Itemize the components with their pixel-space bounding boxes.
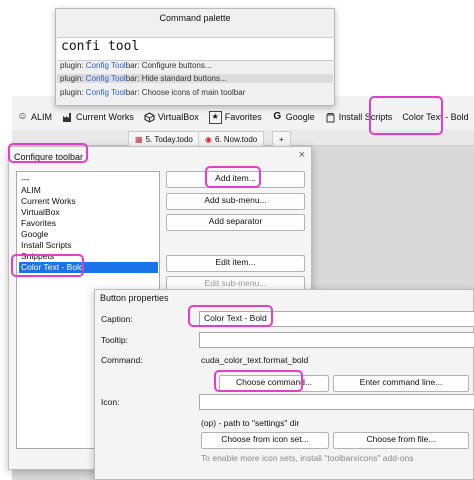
edit-item-button[interactable]: Edit item... [166,255,305,272]
script-icon [325,112,336,123]
palette-item-prefix: plugin: [60,74,86,83]
footer-hint: To enable more icon sets, install "toolb… [201,453,414,463]
toolbar-button-alim[interactable]: ☺ ALIM [12,107,57,127]
palette-item-selected[interactable]: plugin: Config Toolbar: Hide standard bu… [57,74,333,83]
caption-field[interactable]: Color Text - Bold [199,311,474,327]
tab-now-todo[interactable]: ◉ 6. Now.todo [198,131,265,146]
dialog-title: Button properties [100,293,169,303]
toolbar-button-label: Install Scripts [338,112,393,122]
palette-search-input[interactable]: confi tool [57,37,333,61]
add-submenu-button[interactable]: Add sub-menu... [166,193,305,210]
tooltip-label: Tooltip: [101,335,128,345]
add-separator-button[interactable]: Add separator [166,214,305,231]
command-palette: Command palette confi tool plugin: Confi… [55,8,335,106]
list-item[interactable]: --- [19,174,158,185]
icon-hint: (op) - path to "settings" dir [201,418,300,428]
main-toolbar: ☺ ALIM Current Works VirtualBox ★ Favori… [12,104,474,130]
list-item-selected[interactable]: Color Text - Bold [19,262,158,273]
palette-match: Tool [111,74,126,83]
palette-item-rest: bar: Hide standard buttons... [125,74,227,83]
calendar-icon: ▦ [135,134,143,144]
toolbar-button-current-works[interactable]: Current Works [57,107,139,127]
toolbar-button-virtualbox[interactable]: VirtualBox [139,107,204,127]
toolbar-button-label: VirtualBox [157,112,199,122]
plus-icon: + [279,134,284,144]
palette-match: Config [85,61,109,70]
palette-item-prefix: plugin: [60,88,86,97]
choose-icon-set-button[interactable]: Choose from icon set... [201,432,329,449]
palette-item-rest: bar: Configure buttons... [125,61,212,70]
toolbar-button-color-text-bold[interactable]: Color Text - Bold [397,107,473,127]
choose-from-file-button[interactable]: Choose from file... [333,432,469,449]
toolbar-button-install-scripts[interactable]: Install Scripts [320,107,398,127]
star-icon: ★ [208,110,222,124]
button-properties-dialog: Button properties Caption: Color Text - … [94,289,474,480]
list-item[interactable]: Snippets [19,251,158,262]
palette-match: Config [85,88,109,97]
list-item[interactable]: Google [19,229,158,240]
tooltip-field[interactable] [199,332,474,348]
toolbar-button-label: Current Works [76,112,134,122]
box-icon [144,111,155,123]
command-value: cuda_color_text.format_bold [201,355,309,365]
tab-label: 5. Today.todo [145,134,193,144]
toolbar-button-favorites[interactable]: ★ Favorites [204,107,267,127]
tab-label: 6. Now.todo [214,134,258,144]
palette-item[interactable]: plugin: Config Toolbar: Choose icons of … [60,88,245,97]
new-tab-button[interactable]: + [272,131,291,146]
command-label: Command: [101,355,143,365]
choose-command-button[interactable]: Choose command... [219,375,329,392]
palette-match: Config [85,74,109,83]
smiley-icon: ☺ [17,111,28,122]
palette-item[interactable]: plugin: Config Toolbar: Configure button… [60,61,212,70]
toolbar-button-label: Favorites [224,112,262,122]
icon-label: Icon: [101,397,120,407]
palette-match: Tool [111,61,126,70]
dialog-title: Configure toolbar [14,152,84,162]
icon-field[interactable] [199,394,474,410]
close-icon[interactable]: × [299,149,305,161]
toolbar-button-label: Google [285,112,315,122]
clock-icon: ◉ [205,134,212,144]
enter-command-line-button[interactable]: Enter command line... [333,375,469,392]
list-item[interactable]: Favorites [19,218,158,229]
palette-item-rest: bar: Choose icons of main toolbar [125,88,246,97]
list-item[interactable]: ALIM [19,185,158,196]
toolbar-button-label: Color Text - Bold [402,112,469,122]
toolbar-button-label: ALIM [31,112,53,122]
list-item[interactable]: Install Scripts [19,240,158,251]
tab-today-todo[interactable]: ▦ 5. Today.todo [128,131,200,146]
palette-title: Command palette [159,13,231,23]
list-item[interactable]: Current Works [19,196,158,207]
toolbar-button-google[interactable]: G Google [267,107,320,127]
palette-match: Tool [111,88,126,97]
factory-icon [62,112,73,123]
add-item-button[interactable]: Add item... [166,171,305,188]
palette-item-prefix: plugin: [60,61,86,70]
google-icon: G [273,111,282,122]
list-item[interactable]: VirtualBox [19,207,158,218]
caption-label: Caption: [101,314,133,324]
tab-bar: ▦ 5. Today.todo ◉ 6. Now.todo + [12,130,474,146]
